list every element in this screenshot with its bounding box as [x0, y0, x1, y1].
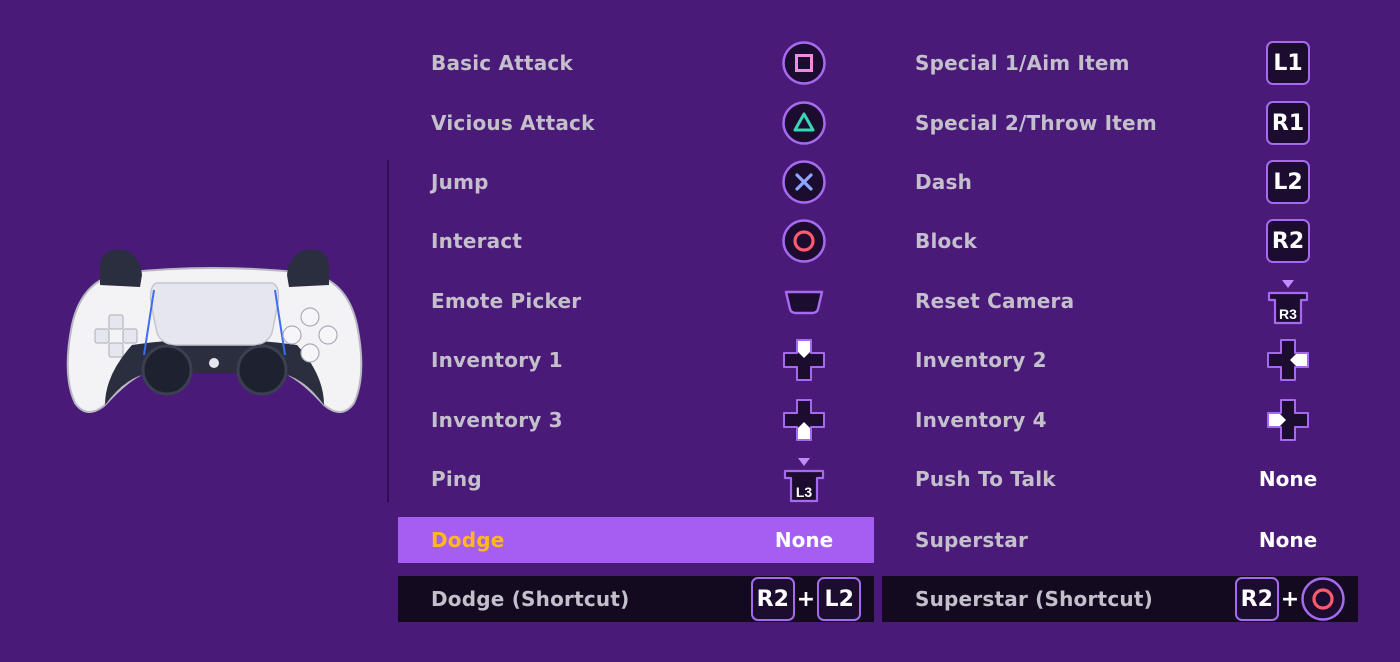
- binding-row-block[interactable]: Block R2: [882, 218, 1358, 264]
- binding-label: Inventory 3: [431, 408, 563, 432]
- dpad-right-icon: [1264, 337, 1312, 383]
- binding-row-inventory-2[interactable]: Inventory 2: [882, 337, 1358, 383]
- binding-row-jump[interactable]: Jump: [398, 159, 874, 205]
- binding-row-superstar[interactable]: Superstar None: [882, 517, 1358, 563]
- binding-label: Superstar: [915, 528, 1029, 552]
- binding-row-superstar-shortcut[interactable]: Superstar (Shortcut) R2 +: [882, 576, 1358, 622]
- plus-sign: +: [1280, 586, 1300, 612]
- binding-row-inventory-3[interactable]: Inventory 3: [398, 397, 874, 443]
- touchpad-icon: [780, 278, 828, 324]
- binding-label: Block: [915, 229, 977, 253]
- binding-label: Jump: [431, 170, 489, 194]
- plus-sign: +: [796, 586, 816, 612]
- r2-key-icon: R2: [750, 577, 795, 621]
- dpad-down-icon: [780, 397, 828, 443]
- binding-label: Emote Picker: [431, 289, 582, 313]
- r2-key-icon: R2: [1234, 577, 1279, 621]
- binding-label: Dash: [915, 170, 973, 194]
- binding-label: Interact: [431, 229, 523, 253]
- binding-label: Basic Attack: [431, 51, 573, 75]
- r3-icon: R3: [1264, 278, 1312, 325]
- dpad-left-icon: [1264, 397, 1312, 443]
- binding-label: Dodge: [431, 528, 505, 552]
- r1-key-icon: R1: [1266, 101, 1310, 145]
- l2-key-icon: L2: [817, 577, 862, 621]
- cross-icon: [780, 159, 828, 205]
- binding-row-reset-camera[interactable]: Reset Camera R3: [882, 278, 1358, 325]
- binding-row-dodge[interactable]: Dodge None: [398, 517, 874, 563]
- binding-label: Inventory 2: [915, 348, 1047, 372]
- binding-label: Push To Talk: [915, 467, 1056, 491]
- binding-value: None: [1258, 528, 1318, 552]
- r3-label: R3: [1279, 306, 1297, 322]
- binding-row-push-to-talk[interactable]: Push To Talk None: [882, 456, 1358, 502]
- binding-row-basic-attack[interactable]: Basic Attack: [398, 40, 874, 86]
- binding-label: Special 1/Aim Item: [915, 51, 1130, 75]
- binding-row-inventory-4[interactable]: Inventory 4: [882, 397, 1358, 443]
- binding-row-vicious-attack[interactable]: Vicious Attack: [398, 100, 874, 146]
- binding-row-special-1[interactable]: Special 1/Aim Item L1: [882, 40, 1358, 86]
- l2-key-icon: L2: [1266, 160, 1310, 204]
- controller-image: [66, 249, 363, 413]
- binding-label: Reset Camera: [915, 289, 1075, 313]
- circle-icon: [1301, 577, 1345, 621]
- dpad-up-icon: [780, 337, 828, 383]
- triangle-icon: [780, 100, 828, 146]
- binding-row-ping[interactable]: Ping L3: [398, 456, 874, 503]
- l3-icon: L3: [780, 456, 828, 503]
- binding-label: Inventory 4: [915, 408, 1047, 432]
- column-divider: [387, 160, 389, 502]
- binding-label: Superstar (Shortcut): [915, 587, 1153, 611]
- binding-label: Vicious Attack: [431, 111, 595, 135]
- square-icon: [780, 40, 828, 86]
- l3-label: L3: [796, 484, 813, 500]
- binding-value: None: [774, 528, 834, 552]
- binding-label: Ping: [431, 467, 482, 491]
- r2-key-icon: R2: [1266, 219, 1310, 263]
- binding-row-emote-picker[interactable]: Emote Picker: [398, 278, 874, 324]
- binding-row-inventory-1[interactable]: Inventory 1: [398, 337, 874, 383]
- binding-label: Special 2/Throw Item: [915, 111, 1157, 135]
- binding-row-dash[interactable]: Dash L2: [882, 159, 1358, 205]
- binding-label: Inventory 1: [431, 348, 563, 372]
- binding-label: Dodge (Shortcut): [431, 587, 630, 611]
- binding-row-interact[interactable]: Interact: [398, 218, 874, 264]
- circle-icon: [780, 218, 828, 264]
- binding-row-special-2[interactable]: Special 2/Throw Item R1: [882, 100, 1358, 146]
- binding-row-dodge-shortcut[interactable]: Dodge (Shortcut) R2 + L2: [398, 576, 874, 622]
- l1-key-icon: L1: [1266, 41, 1310, 85]
- binding-value: None: [1258, 467, 1318, 491]
